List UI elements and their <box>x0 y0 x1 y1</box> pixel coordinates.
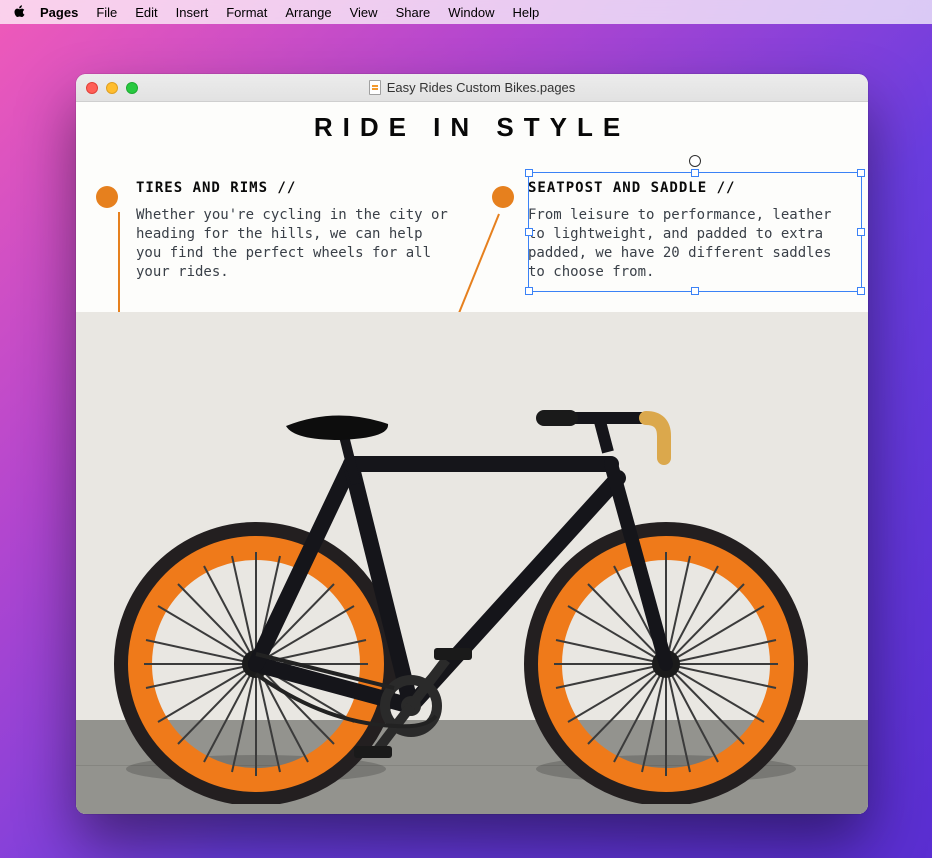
callout-body: Whether you're cycling in the city or he… <box>136 206 452 282</box>
callout-body: From leisure to performance, leather to … <box>528 206 848 282</box>
menu-share[interactable]: Share <box>396 5 431 20</box>
callout-seatpost[interactable]: SEATPOST AND SADDLE // From leisure to p… <box>492 180 848 282</box>
window-title: Easy Rides Custom Bikes.pages <box>76 80 868 95</box>
document-canvas[interactable]: RIDE IN STYLE TIRES AND RIMS // Whether … <box>76 102 868 814</box>
callout-heading: TIRES AND RIMS // <box>136 180 452 196</box>
menu-view[interactable]: View <box>350 5 378 20</box>
menu-format[interactable]: Format <box>226 5 267 20</box>
bullet-icon <box>96 186 118 208</box>
brake-lever-grip <box>646 418 664 458</box>
resize-handle-tl[interactable] <box>525 169 533 177</box>
close-button[interactable] <box>86 82 98 94</box>
page-title[interactable]: RIDE IN STYLE <box>76 112 868 143</box>
resize-handle-tm[interactable] <box>691 169 699 177</box>
menu-window[interactable]: Window <box>448 5 494 20</box>
saddle <box>286 415 388 440</box>
bullet-icon <box>492 186 514 208</box>
window-controls <box>86 82 138 94</box>
macos-menubar: Pages File Edit Insert Format Arrange Vi… <box>0 0 932 24</box>
callouts-row: TIRES AND RIMS // Whether you're cycling… <box>76 180 868 282</box>
resize-handle-bm[interactable] <box>691 287 699 295</box>
resize-handle-br[interactable] <box>857 287 865 295</box>
resize-handle-mr[interactable] <box>857 228 865 236</box>
rotate-handle[interactable] <box>689 155 701 167</box>
menu-insert[interactable]: Insert <box>176 5 209 20</box>
menu-file[interactable]: File <box>96 5 117 20</box>
bike-illustration <box>76 344 868 804</box>
resize-handle-bl[interactable] <box>525 287 533 295</box>
callout-heading: SEATPOST AND SADDLE // <box>528 180 848 196</box>
resize-handle-tr[interactable] <box>857 169 865 177</box>
callout-tires[interactable]: TIRES AND RIMS // Whether you're cycling… <box>96 180 452 282</box>
window-titlebar[interactable]: Easy Rides Custom Bikes.pages <box>76 74 868 102</box>
minimize-button[interactable] <box>106 82 118 94</box>
menu-help[interactable]: Help <box>513 5 540 20</box>
zoom-button[interactable] <box>126 82 138 94</box>
document-icon <box>369 80 381 95</box>
document-window: Easy Rides Custom Bikes.pages RIDE IN ST… <box>76 74 868 814</box>
menu-app[interactable]: Pages <box>40 5 78 20</box>
menu-arrange[interactable]: Arrange <box>285 5 331 20</box>
apple-menu-icon[interactable] <box>12 5 26 19</box>
bike-photo[interactable] <box>76 312 868 814</box>
window-title-text: Easy Rides Custom Bikes.pages <box>387 80 576 95</box>
menu-edit[interactable]: Edit <box>135 5 157 20</box>
